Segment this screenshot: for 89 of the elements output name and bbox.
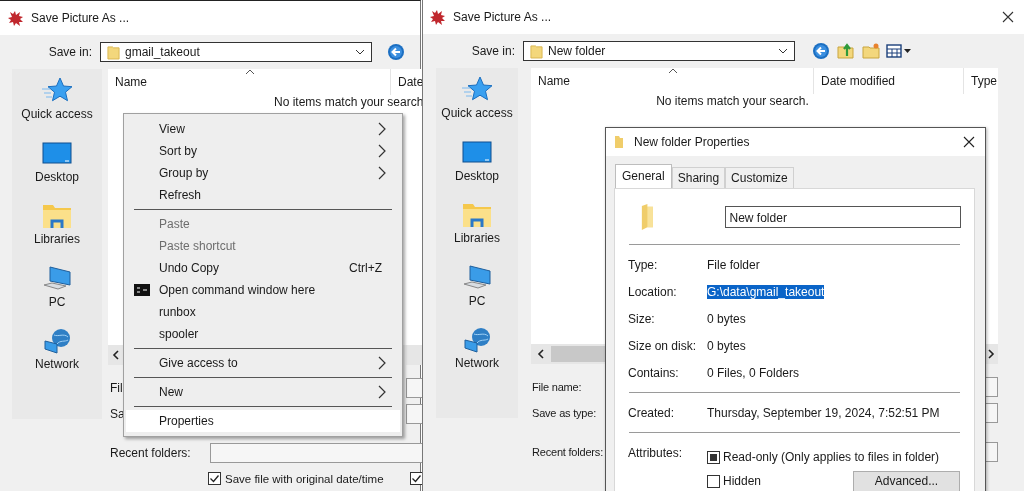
back-icon[interactable] xyxy=(812,42,830,60)
place-label[interactable]: Quick access xyxy=(21,107,93,121)
place-label[interactable]: Libraries xyxy=(454,231,500,245)
tab[interactable]: General xyxy=(615,164,672,188)
scrollbar[interactable] xyxy=(108,345,123,365)
column-header[interactable]: Name xyxy=(108,69,391,95)
menu-item[interactable]: Refresh xyxy=(126,184,400,206)
property-label: Location: xyxy=(628,284,678,299)
window-title: New folder Properties xyxy=(634,135,750,149)
empty-message: No items match your search. xyxy=(656,94,809,108)
property-value: File folder xyxy=(707,257,760,272)
input-field[interactable] xyxy=(210,443,424,463)
place-label[interactable]: Desktop xyxy=(35,169,79,184)
save-in-dropdown[interactable]: gmail_takeout xyxy=(100,42,372,62)
folder-icon[interactable] xyxy=(461,201,493,229)
checkbox-label[interactable]: Save file with original date/time xyxy=(225,472,384,485)
place-label[interactable]: Quick access xyxy=(441,106,513,120)
menu-item[interactable]: View xyxy=(126,118,400,140)
scroll-thumb[interactable] xyxy=(551,346,606,362)
menu-item[interactable]: Properties xyxy=(126,410,400,432)
place-label[interactable]: Network xyxy=(35,357,79,371)
place-label[interactable]: PC xyxy=(48,294,66,309)
menu-item[interactable]: runbox xyxy=(126,301,400,323)
scroll-left-icon[interactable] xyxy=(537,349,545,359)
back-icon[interactable] xyxy=(387,43,405,61)
app-icon xyxy=(430,9,446,25)
scroll-left-icon[interactable] xyxy=(112,350,120,360)
computer-icon[interactable] xyxy=(461,263,493,292)
place-label[interactable]: PC xyxy=(468,293,486,308)
menu-item[interactable]: Sort by xyxy=(126,140,400,162)
menu-item[interactable]: Open command window here xyxy=(126,279,400,301)
checkbox[interactable] xyxy=(707,450,720,464)
field-label: Fil xyxy=(109,381,123,395)
property-value: 0 bytes xyxy=(707,311,746,326)
window-title: Save Picture As ... xyxy=(31,11,130,25)
checkbox[interactable] xyxy=(707,474,720,488)
up-folder-icon[interactable] xyxy=(837,42,855,60)
property-label: Type: xyxy=(628,257,659,272)
console-icon xyxy=(134,284,150,296)
view-menu-icon[interactable] xyxy=(886,43,912,59)
property-label: Attributes: xyxy=(628,445,684,462)
property-label: Size: xyxy=(628,311,656,326)
network-icon[interactable] xyxy=(461,326,493,354)
sort-caret-icon xyxy=(668,68,678,74)
close-icon[interactable] xyxy=(963,136,975,148)
field-label: File name: xyxy=(531,381,583,393)
folder-icon[interactable] xyxy=(41,202,73,230)
app-icon xyxy=(8,10,24,26)
network-icon[interactable] xyxy=(41,327,73,355)
property-value: Thursday, September 19, 2024, 7:52:51 PM xyxy=(707,405,940,420)
property-value: 0 Files, 0 Folders xyxy=(707,365,800,380)
tab[interactable]: Sharing xyxy=(671,167,726,188)
property-value: G:\data\gmail_takeout xyxy=(707,284,825,299)
place-label[interactable]: Network xyxy=(455,356,499,370)
name-field[interactable]: New folder xyxy=(724,205,961,228)
menu-item[interactable]: spooler xyxy=(126,323,400,345)
property-label: Size on disk: xyxy=(628,338,698,353)
property-label: Contains: xyxy=(628,365,680,380)
folder-icon xyxy=(530,43,543,59)
computer-icon[interactable] xyxy=(41,264,73,293)
menu-item[interactable]: Group by xyxy=(126,162,400,184)
column-header[interactable]: Type xyxy=(964,68,998,94)
scrollbar[interactable] xyxy=(531,344,606,364)
save-in-label: Save in: xyxy=(47,45,93,59)
menu-item[interactable]: Undo Copy Ctrl+Z xyxy=(126,257,400,279)
folder-icon xyxy=(614,135,624,149)
place-label[interactable]: Desktop xyxy=(455,168,499,183)
column-header[interactable]: Date modified xyxy=(814,68,964,94)
tab[interactable]: Customize xyxy=(725,167,794,188)
place-label[interactable]: Libraries xyxy=(34,232,80,246)
folder-icon xyxy=(107,44,120,60)
save-in-label: Save in: xyxy=(470,44,516,58)
property-label: Created: xyxy=(628,405,676,420)
field-label: Recent folders: xyxy=(109,446,192,460)
sort-caret-icon xyxy=(245,69,255,75)
column-header[interactable]: Date xyxy=(391,69,424,95)
checkbox[interactable] xyxy=(208,472,221,485)
window-title: Save Picture As ... xyxy=(453,10,552,24)
checkbox-label[interactable]: Read-only (Only applies to files in folder) xyxy=(723,450,940,464)
property-value: 0 bytes xyxy=(707,338,746,353)
checkbox-label[interactable]: Hidden xyxy=(723,474,762,488)
scroll-right-icon[interactable] xyxy=(987,349,995,359)
checkbox[interactable] xyxy=(410,472,424,485)
menu-item[interactable]: Give access to xyxy=(126,352,400,374)
save-in-dropdown[interactable]: New folder xyxy=(523,41,795,61)
menu-item[interactable]: New xyxy=(126,381,400,403)
close-icon[interactable] xyxy=(1002,11,1014,23)
advanced-button[interactable]: Advanced... xyxy=(853,470,960,491)
column-header[interactable]: Name xyxy=(531,68,814,94)
